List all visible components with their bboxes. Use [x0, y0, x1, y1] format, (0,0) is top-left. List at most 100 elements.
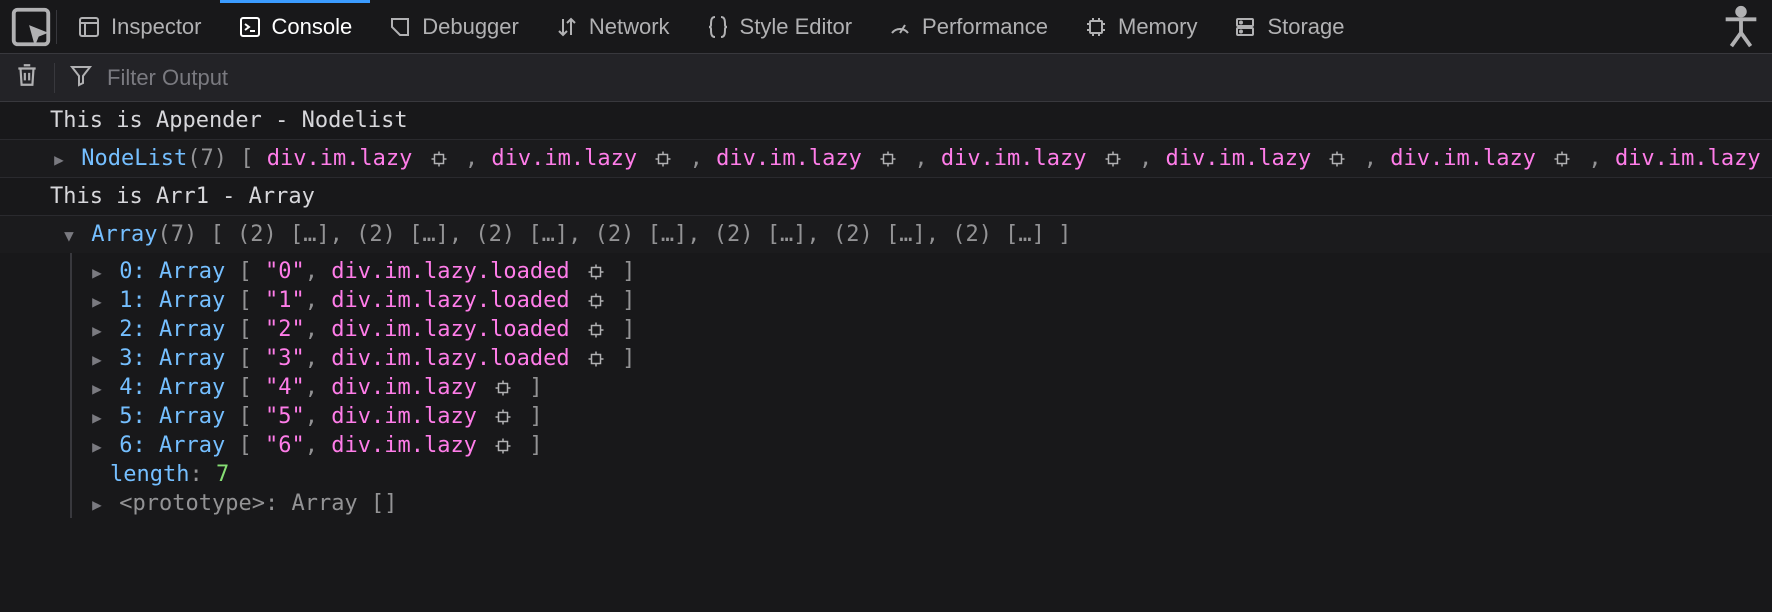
dom-node[interactable]: div.im.lazy [1390, 146, 1536, 171]
node-target-icon[interactable] [1326, 148, 1348, 170]
string-value: "2" [265, 317, 305, 342]
object-tree: 0: Array [ "0", div.im.lazy.loaded ] 1: … [70, 253, 1772, 518]
node-target-icon[interactable] [652, 148, 674, 170]
bracket: [ [227, 146, 267, 171]
log-object-expanded[interactable]: Array(7) [ (2) […], (2) […], (2) […], (2… [0, 216, 1772, 253]
node-target-icon[interactable] [492, 377, 514, 399]
expand-arrow-icon[interactable] [88, 292, 106, 311]
node-target-icon[interactable] [1102, 148, 1124, 170]
string-value: "3" [265, 346, 305, 371]
tree-row[interactable]: 5: Array [ "5", div.im.lazy ] [88, 402, 1772, 431]
tab-label: Style Editor [740, 14, 853, 40]
comma: , [676, 146, 716, 171]
dom-node[interactable]: div.im.lazy [716, 146, 862, 171]
index-key: 3: [119, 346, 146, 371]
log-object[interactable]: NodeList(7) [ div.im.lazy , div.im.lazy … [0, 140, 1772, 178]
tree-row[interactable]: 2: Array [ "2", div.im.lazy.loaded ] [88, 315, 1772, 344]
tab-style-editor[interactable]: Style Editor [688, 0, 871, 53]
object-class: Array [159, 433, 225, 458]
dom-node[interactable]: div.im.lazy [331, 433, 477, 458]
string-value: "6" [265, 433, 305, 458]
tab-inspector[interactable]: Inspector [59, 0, 220, 53]
node-target-icon[interactable] [585, 319, 607, 341]
element-picker-button[interactable] [8, 4, 54, 50]
dom-node[interactable]: div.im.lazy [1166, 146, 1312, 171]
accessibility-button[interactable] [1718, 4, 1764, 50]
tab-label: Network [589, 14, 670, 40]
memory-icon [1084, 15, 1108, 39]
object-count: (7) [157, 222, 197, 247]
dom-node[interactable]: div.im.lazy.loaded [331, 317, 569, 342]
node-target-icon[interactable] [492, 435, 514, 457]
bracket: [ [225, 288, 265, 313]
object-class: Array [159, 346, 225, 371]
storage-icon [1233, 15, 1257, 39]
comma: , [305, 375, 332, 400]
tab-label: Console [272, 14, 353, 40]
expand-arrow-icon[interactable] [50, 150, 68, 169]
comma: , [305, 433, 332, 458]
node-target-icon[interactable] [585, 348, 607, 370]
tab-console[interactable]: Console [220, 0, 371, 53]
comma: , [305, 404, 332, 429]
devtools-tabbar: Inspector Console Debugger Network Style… [0, 0, 1772, 54]
tree-row[interactable]: 1: Array [ "1", div.im.lazy.loaded ] [88, 286, 1772, 315]
tab-memory[interactable]: Memory [1066, 0, 1215, 53]
index-key: 4: [119, 375, 146, 400]
bracket: ] [516, 375, 543, 400]
console-toolbar [0, 54, 1772, 102]
expand-arrow-icon[interactable] [88, 437, 106, 456]
string-value: "5" [265, 404, 305, 429]
string-value: "4" [265, 375, 305, 400]
tab-debugger[interactable]: Debugger [370, 0, 537, 53]
comma: , [1126, 146, 1166, 171]
bracket: [ [225, 433, 265, 458]
dom-node[interactable]: div.im.lazy.loaded [331, 346, 569, 371]
tab-label: Inspector [111, 14, 202, 40]
tree-row[interactable]: <prototype>: Array [] [88, 489, 1772, 518]
index-key: 0: [119, 259, 146, 284]
bracket: ] [609, 259, 636, 284]
string-value: "0" [265, 259, 305, 284]
clear-console-button[interactable] [14, 62, 40, 94]
node-target-icon[interactable] [585, 290, 607, 312]
bracket: [ [225, 317, 265, 342]
node-target-icon[interactable] [428, 148, 450, 170]
expand-arrow-icon[interactable] [88, 263, 106, 282]
object-class: Array [159, 317, 225, 342]
collapse-arrow-icon[interactable] [60, 226, 78, 245]
dom-node[interactable]: div.im.lazy [267, 146, 413, 171]
expand-arrow-icon[interactable] [88, 350, 106, 369]
expand-arrow-icon[interactable] [88, 495, 106, 514]
dom-node[interactable]: div.im.lazy [331, 375, 477, 400]
dom-node[interactable]: div.im.lazy.loaded [331, 259, 569, 284]
node-target-icon[interactable] [1551, 148, 1573, 170]
bracket: [ [225, 259, 265, 284]
tree-row[interactable]: 0: Array [ "0", div.im.lazy.loaded ] [88, 257, 1772, 286]
object-class: Array [] [291, 491, 397, 516]
dom-node[interactable]: div.im.lazy [491, 146, 637, 171]
expand-arrow-icon[interactable] [88, 379, 106, 398]
node-target-icon[interactable] [492, 406, 514, 428]
dom-node[interactable]: div.im.lazy [331, 404, 477, 429]
tab-network[interactable]: Network [537, 0, 688, 53]
dom-node[interactable]: div.im.lazy [1615, 146, 1761, 171]
tab-performance[interactable]: Performance [870, 0, 1066, 53]
dom-node[interactable]: div.im.lazy [941, 146, 1087, 171]
node-target-icon[interactable] [877, 148, 899, 170]
log-message: This is Appender - Nodelist [0, 102, 1772, 140]
tree-row[interactable]: 6: Array [ "6", div.im.lazy ] [88, 431, 1772, 460]
separator [56, 10, 57, 44]
expand-arrow-icon[interactable] [88, 408, 106, 427]
debugger-icon [388, 15, 412, 39]
index-key: 2: [119, 317, 146, 342]
bracket: ] [516, 404, 543, 429]
filter-input[interactable] [107, 65, 1758, 91]
expand-arrow-icon[interactable] [88, 321, 106, 340]
tree-row[interactable]: 3: Array [ "3", div.im.lazy.loaded ] [88, 344, 1772, 373]
object-class: Array [159, 259, 225, 284]
node-target-icon[interactable] [585, 261, 607, 283]
dom-node[interactable]: div.im.lazy.loaded [331, 288, 569, 313]
tree-row[interactable]: 4: Array [ "4", div.im.lazy ] [88, 373, 1772, 402]
tab-storage[interactable]: Storage [1215, 0, 1362, 53]
